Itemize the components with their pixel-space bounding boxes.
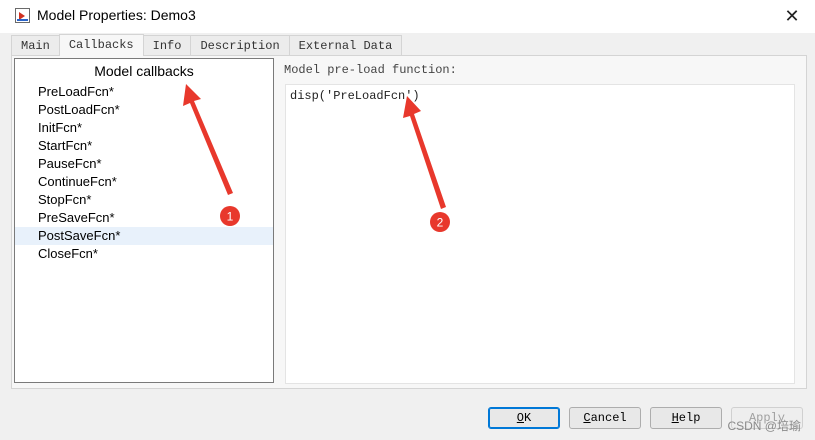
tab-info[interactable]: Info	[142, 35, 192, 55]
help-button[interactable]: Help	[650, 407, 722, 429]
simulink-model-icon	[15, 8, 30, 23]
tab-external-data[interactable]: External Data	[288, 35, 403, 55]
callback-code-text[interactable]: disp('PreLoadFcn')	[290, 89, 420, 103]
tab-description[interactable]: Description	[190, 35, 290, 55]
window-title: Model Properties: Demo3	[37, 7, 196, 23]
callback-item-postsavefcn[interactable]: PostSaveFcn*	[15, 227, 273, 245]
callback-item-startfcn[interactable]: StartFcn*	[15, 137, 273, 155]
callback-item-presavefcn[interactable]: PreSaveFcn*	[15, 209, 273, 227]
cancel-button[interactable]: Cancel	[569, 407, 641, 429]
tab-main[interactable]: Main	[11, 35, 60, 55]
callback-item-postloadfcn[interactable]: PostLoadFcn*	[15, 101, 273, 119]
callbacks-list: Model callbacks PreLoadFcn* PostLoadFcn*…	[14, 58, 274, 383]
callback-item-initfcn[interactable]: InitFcn*	[15, 119, 273, 137]
tab-strip: Main Callbacks Info Description External…	[11, 34, 403, 56]
callback-item-stopfcn[interactable]: StopFcn*	[15, 191, 273, 209]
callback-item-preloadfcn[interactable]: PreLoadFcn*	[15, 83, 273, 101]
title-bar: Model Properties: Demo3 ✕	[0, 0, 815, 33]
watermark: CSDN @培瑜	[727, 419, 801, 433]
callback-item-continuefcn[interactable]: ContinueFcn*	[15, 173, 273, 191]
callback-item-closefcn[interactable]: CloseFcn*	[15, 245, 273, 263]
callbacks-list-header: Model callbacks	[94, 63, 194, 79]
close-button[interactable]: ✕	[769, 0, 815, 33]
ok-button[interactable]: OK	[488, 407, 560, 429]
editor-label: Model pre-load function:	[284, 63, 457, 77]
tab-callbacks[interactable]: Callbacks	[58, 34, 144, 56]
callback-item-pausefcn[interactable]: PauseFcn*	[15, 155, 273, 173]
callback-code-editor[interactable]: disp('PreLoadFcn')	[285, 84, 795, 384]
